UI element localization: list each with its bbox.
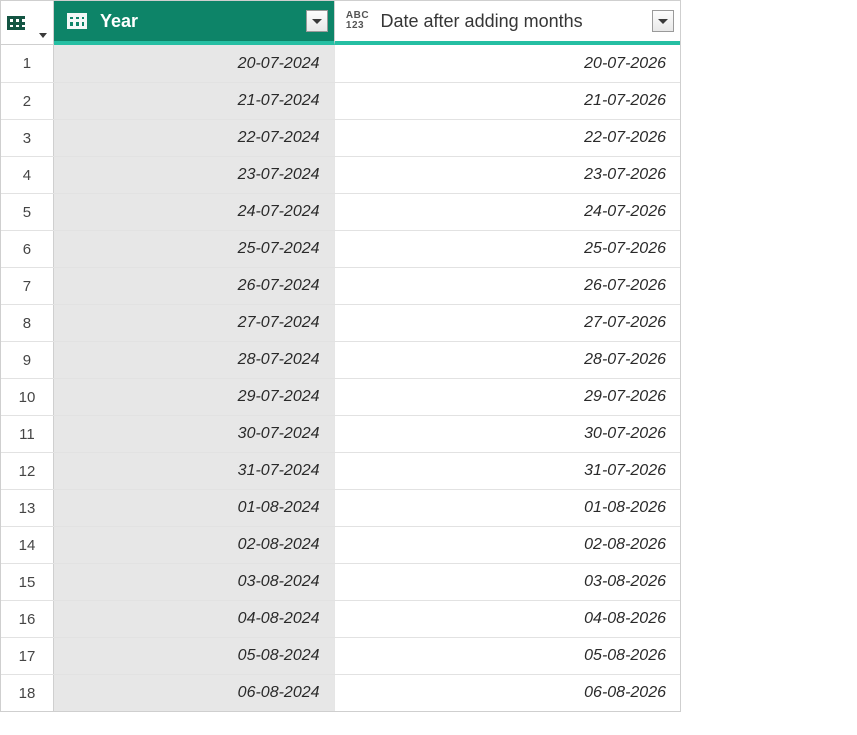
row-number[interactable]: 18	[1, 675, 54, 711]
row-number[interactable]: 7	[1, 268, 54, 304]
table-row[interactable]: 625-07-202425-07-2026	[1, 230, 680, 267]
chevron-down-icon	[39, 33, 47, 38]
cell-date-after-adding-months[interactable]: 02-08-2026	[335, 527, 680, 563]
cell-year[interactable]: 28-07-2024	[54, 342, 335, 378]
table-row[interactable]: 1705-08-202405-08-2026	[1, 637, 680, 674]
column-filter-button[interactable]	[652, 10, 674, 32]
cell-date-after-adding-months[interactable]: 31-07-2026	[335, 453, 680, 489]
cell-year[interactable]: 22-07-2024	[54, 120, 335, 156]
cell-year[interactable]: 21-07-2024	[54, 83, 335, 119]
cell-date-after-adding-months[interactable]: 03-08-2026	[335, 564, 680, 600]
cell-date-after-adding-months[interactable]: 06-08-2026	[335, 675, 680, 711]
cell-year[interactable]: 27-07-2024	[54, 305, 335, 341]
cell-year[interactable]: 02-08-2024	[54, 527, 335, 563]
table-body: 120-07-202420-07-2026221-07-202421-07-20…	[1, 45, 680, 711]
table-row[interactable]: 1402-08-202402-08-2026	[1, 526, 680, 563]
row-number[interactable]: 16	[1, 601, 54, 637]
cell-date-after-adding-months[interactable]: 25-07-2026	[335, 231, 680, 267]
any-type-icon[interactable]: ABC 123	[343, 8, 373, 34]
cell-year[interactable]: 24-07-2024	[54, 194, 335, 230]
row-number[interactable]: 2	[1, 83, 54, 119]
cell-year[interactable]: 04-08-2024	[54, 601, 335, 637]
table-row[interactable]: 524-07-202424-07-2026	[1, 193, 680, 230]
chevron-down-icon	[312, 19, 322, 24]
table-row[interactable]: 1604-08-202404-08-2026	[1, 600, 680, 637]
cell-year[interactable]: 20-07-2024	[54, 45, 335, 82]
cell-date-after-adding-months[interactable]: 26-07-2026	[335, 268, 680, 304]
cell-date-after-adding-months[interactable]: 20-07-2026	[335, 45, 680, 82]
cell-date-after-adding-months[interactable]: 22-07-2026	[335, 120, 680, 156]
cell-year[interactable]: 05-08-2024	[54, 638, 335, 674]
row-number[interactable]: 17	[1, 638, 54, 674]
table-row[interactable]: 423-07-202423-07-2026	[1, 156, 680, 193]
cell-date-after-adding-months[interactable]: 24-07-2026	[335, 194, 680, 230]
cell-year[interactable]: 01-08-2024	[54, 490, 335, 526]
header-row: Year ABC 123 Date after adding months	[1, 1, 680, 45]
cell-year[interactable]: 03-08-2024	[54, 564, 335, 600]
table-row[interactable]: 1503-08-202403-08-2026	[1, 563, 680, 600]
cell-date-after-adding-months[interactable]: 01-08-2026	[335, 490, 680, 526]
type-text-123: 123	[346, 21, 369, 31]
column-header-date-after-adding-months[interactable]: ABC 123 Date after adding months	[335, 1, 680, 45]
row-number[interactable]: 4	[1, 157, 54, 193]
row-number[interactable]: 10	[1, 379, 54, 415]
table-row[interactable]: 827-07-202427-07-2026	[1, 304, 680, 341]
row-number[interactable]: 6	[1, 231, 54, 267]
table-row[interactable]: 322-07-202422-07-2026	[1, 119, 680, 156]
table-row[interactable]: 1029-07-202429-07-2026	[1, 378, 680, 415]
table-row[interactable]: 1130-07-202430-07-2026	[1, 415, 680, 452]
column-filter-button[interactable]	[306, 10, 328, 32]
cell-year[interactable]: 25-07-2024	[54, 231, 335, 267]
cell-date-after-adding-months[interactable]: 05-08-2026	[335, 638, 680, 674]
cell-date-after-adding-months[interactable]: 30-07-2026	[335, 416, 680, 452]
row-number[interactable]: 3	[1, 120, 54, 156]
column-header-year[interactable]: Year	[54, 1, 335, 45]
cell-date-after-adding-months[interactable]: 28-07-2026	[335, 342, 680, 378]
table-icon	[7, 16, 25, 30]
cell-date-after-adding-months[interactable]: 27-07-2026	[335, 305, 680, 341]
cell-year[interactable]: 26-07-2024	[54, 268, 335, 304]
row-number[interactable]: 8	[1, 305, 54, 341]
column-label: Date after adding months	[381, 11, 644, 32]
date-type-icon[interactable]	[62, 8, 92, 34]
row-number[interactable]: 15	[1, 564, 54, 600]
table-row[interactable]: 726-07-202426-07-2026	[1, 267, 680, 304]
chevron-down-icon	[658, 19, 668, 24]
table-row[interactable]: 928-07-202428-07-2026	[1, 341, 680, 378]
table-row[interactable]: 120-07-202420-07-2026	[1, 45, 680, 82]
row-number[interactable]: 13	[1, 490, 54, 526]
column-label: Year	[100, 11, 298, 32]
cell-date-after-adding-months[interactable]: 23-07-2026	[335, 157, 680, 193]
table-row[interactable]: 1301-08-202401-08-2026	[1, 489, 680, 526]
row-number[interactable]: 9	[1, 342, 54, 378]
cell-date-after-adding-months[interactable]: 29-07-2026	[335, 379, 680, 415]
row-number[interactable]: 5	[1, 194, 54, 230]
row-number[interactable]: 11	[1, 416, 54, 452]
row-number[interactable]: 12	[1, 453, 54, 489]
row-number[interactable]: 1	[1, 45, 54, 82]
cell-year[interactable]: 31-07-2024	[54, 453, 335, 489]
cell-year[interactable]: 06-08-2024	[54, 675, 335, 711]
cell-year[interactable]: 23-07-2024	[54, 157, 335, 193]
cell-date-after-adding-months[interactable]: 04-08-2026	[335, 601, 680, 637]
cell-date-after-adding-months[interactable]: 21-07-2026	[335, 83, 680, 119]
table-row[interactable]: 1231-07-202431-07-2026	[1, 452, 680, 489]
row-number-header[interactable]	[1, 1, 54, 45]
cell-year[interactable]: 29-07-2024	[54, 379, 335, 415]
table-row[interactable]: 221-07-202421-07-2026	[1, 82, 680, 119]
row-number[interactable]: 14	[1, 527, 54, 563]
data-table: Year ABC 123 Date after adding months 12…	[0, 0, 681, 712]
table-row[interactable]: 1806-08-202406-08-2026	[1, 674, 680, 711]
cell-year[interactable]: 30-07-2024	[54, 416, 335, 452]
